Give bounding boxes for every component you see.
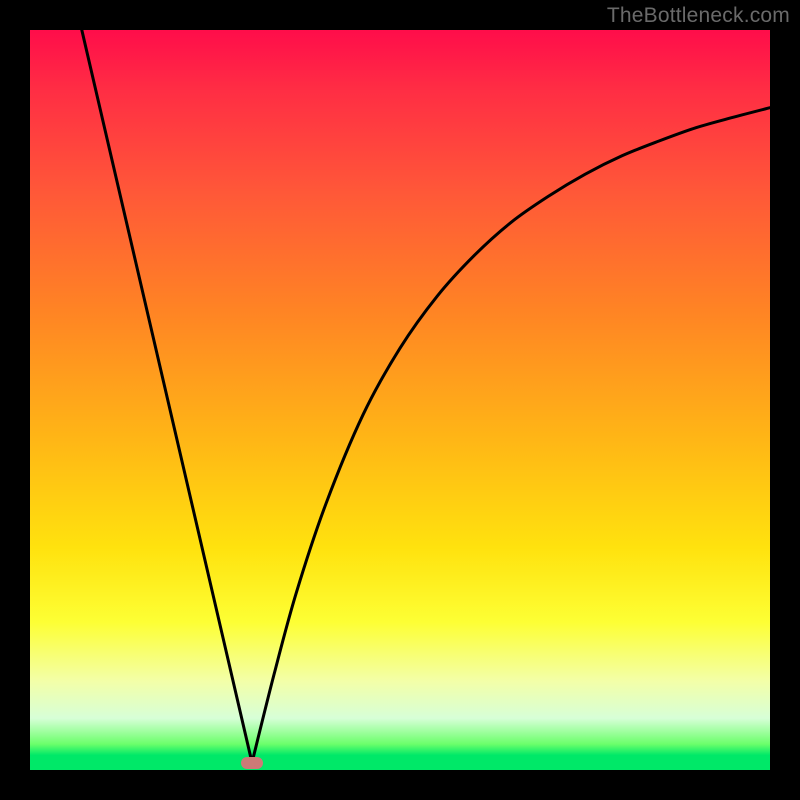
minimum-marker <box>241 757 263 769</box>
plot-area <box>30 30 770 770</box>
chart-frame: TheBottleneck.com <box>0 0 800 800</box>
curve-svg <box>30 30 770 770</box>
watermark-text: TheBottleneck.com <box>607 4 790 28</box>
bottleneck-curve <box>82 30 770 763</box>
